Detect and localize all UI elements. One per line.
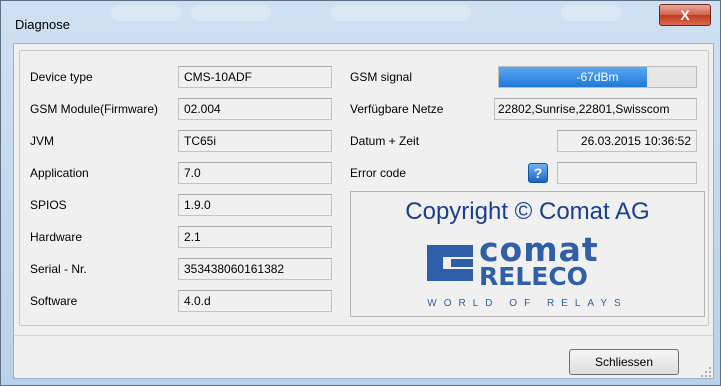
device-type-field: CMS-10ADF <box>178 66 332 88</box>
background-blur <box>331 5 471 21</box>
jvm-field: TC65i <box>178 130 332 152</box>
serial-number-field: 353438060161382 <box>178 258 332 280</box>
resize-grip-icon[interactable] <box>700 366 712 378</box>
error-code-field <box>557 162 697 184</box>
serial-number-label: Serial - Nr. <box>30 262 87 276</box>
software-field: 4.0.d <box>178 290 332 312</box>
logo-tagline: WORLD OF RELAYS <box>427 298 628 309</box>
gsm-signal-bar: -67dBm <box>498 66 697 88</box>
gsm-signal-label: GSM signal <box>350 70 413 84</box>
dialog-client-area: Device type CMS-10ADF GSM Module(Firmwar… <box>13 43 714 379</box>
dialog-window: Diagnose X Device type CMS-10ADF GSM Mod… <box>0 0 721 386</box>
application-field: 7.0 <box>178 162 332 184</box>
close-icon: X <box>680 7 690 23</box>
logo-panel: Copyright © Comat AG comat RELECO WORLD … <box>350 191 705 317</box>
schliessen-button[interactable]: Schliessen <box>569 349 679 375</box>
footer-divider <box>14 335 713 336</box>
spios-label: SPIOS <box>30 198 67 212</box>
window-close-button[interactable]: X <box>659 4 711 26</box>
device-type-label: Device type <box>30 70 93 84</box>
datetime-label: Datum + Zeit <box>350 134 420 148</box>
background-blur <box>191 5 271 21</box>
comat-logo-mark-icon <box>427 245 473 281</box>
networks-label: Verfügbare Netze <box>350 102 444 116</box>
application-label: Application <box>30 166 89 180</box>
diagnose-groupbox: Device type CMS-10ADF GSM Module(Firmwar… <box>19 50 709 326</box>
gsm-module-label: GSM Module(Firmware) <box>30 102 159 116</box>
error-code-label: Error code <box>350 166 407 180</box>
window-title: Diagnose <box>15 17 70 32</box>
gsm-module-field: 02.004 <box>178 98 332 120</box>
hardware-field: 2.1 <box>178 226 332 248</box>
background-blur <box>561 5 621 21</box>
copyright-text: Copyright © Comat AG <box>405 198 650 225</box>
software-label: Software <box>30 294 78 308</box>
gsm-signal-value: -67dBm <box>576 70 619 84</box>
background-blur <box>111 5 181 21</box>
jvm-label: JVM <box>30 134 54 148</box>
help-icon[interactable]: ? <box>528 163 548 183</box>
logo-word-releco: RELECO <box>479 262 588 291</box>
title-bar[interactable]: Diagnose X <box>1 1 720 39</box>
datetime-field: 26.03.2015 10:36:52 <box>557 130 697 152</box>
hardware-label: Hardware <box>30 230 83 244</box>
networks-field: 22802,Sunrise,22801,Swisscom <box>494 98 697 120</box>
spios-field: 1.9.0 <box>178 194 332 216</box>
